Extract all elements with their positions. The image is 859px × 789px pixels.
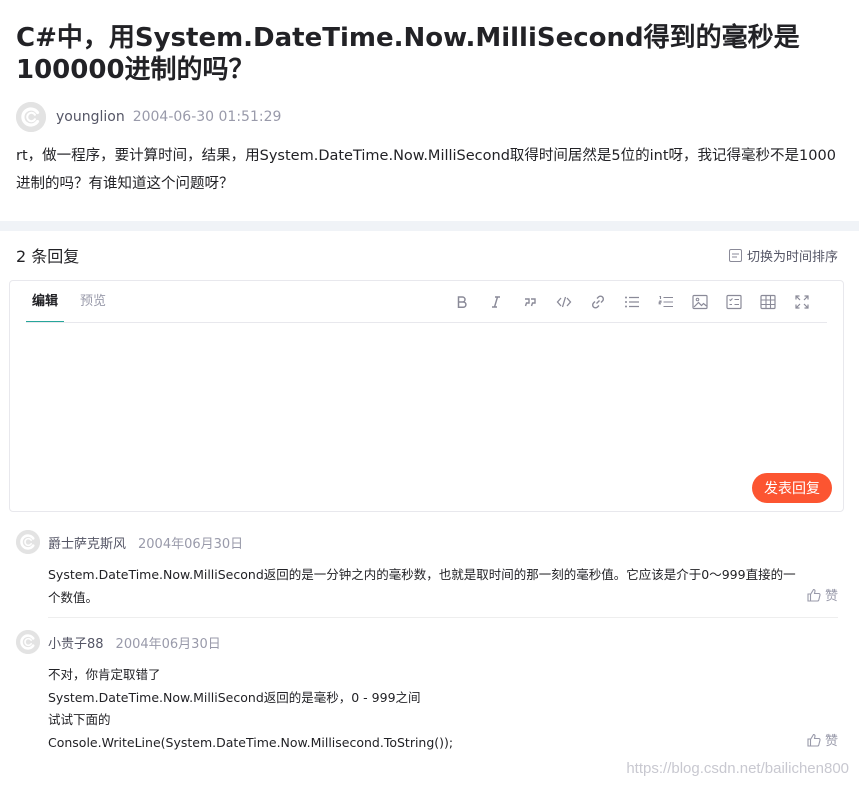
reply-header: 爵士萨克斯风 2004年06月30日 (16, 530, 838, 554)
editor-tabs: 编辑 预览 (26, 281, 122, 323)
like-button[interactable]: 赞 (807, 730, 838, 749)
tab-edit[interactable]: 编辑 (26, 281, 65, 323)
reply-author[interactable]: 爵士萨克斯风 (48, 533, 126, 552)
italic-icon[interactable] (479, 291, 513, 313)
avatar[interactable] (16, 102, 46, 132)
reply-editor: 编辑 预览 发表回复 (9, 280, 844, 512)
editor-divider (26, 322, 827, 323)
image-icon[interactable] (683, 291, 717, 313)
sort-toggle-button[interactable]: 切换为时间排序 (728, 246, 838, 265)
table-icon[interactable] (751, 291, 785, 313)
like-button[interactable]: 赞 (807, 585, 838, 604)
like-label: 赞 (824, 589, 838, 604)
bullet-list-icon[interactable] (615, 291, 649, 313)
reply-item: 小贵子88 2004年06月30日 不对，你肯定取错了 System.DateT… (16, 630, 838, 754)
question-title: C#中，用System.DateTime.Now.MilliSecond得到的毫… (16, 23, 800, 85)
reply-item: 爵士萨克斯风 2004年06月30日 System.DateTime.Now.M… (16, 530, 838, 609)
avatar[interactable] (16, 530, 40, 554)
reply-time: 2004年06月30日 (115, 636, 221, 652)
reply-time: 2004年06月30日 (138, 536, 244, 552)
bold-icon[interactable] (445, 291, 479, 313)
editor-toolbar (445, 291, 819, 313)
question-author-row: younglion 2004-06-30 01:51:29 (16, 101, 281, 133)
thumbs-up-icon (807, 733, 821, 747)
reply-textarea[interactable] (26, 329, 827, 459)
avatar[interactable] (16, 630, 40, 654)
checklist-icon[interactable] (717, 291, 751, 313)
reply-line: System.DateTime.Now.MilliSecond返回的是一分钟之内… (48, 567, 796, 605)
reply-body: System.DateTime.Now.MilliSecond返回的是一分钟之内… (48, 564, 808, 609)
question-section: C#中，用System.DateTime.Now.MilliSecond得到的毫… (0, 0, 859, 221)
reply-count: 2 条回复 (16, 247, 80, 266)
question-body: rt，做一程序，要计算时间，结果，用System.DateTime.Now.Mi… (16, 148, 836, 192)
quote-icon[interactable] (513, 291, 547, 313)
avatar-logo-icon (16, 102, 46, 132)
ordered-list-icon[interactable] (649, 291, 683, 313)
like-label: 赞 (824, 734, 838, 749)
reply-body: 不对，你肯定取错了 System.DateTime.Now.MilliSecon… (48, 664, 808, 754)
tab-preview[interactable]: 预览 (74, 281, 112, 323)
section-separator (0, 221, 859, 231)
reply-line: 不对，你肯定取错了 (48, 667, 161, 682)
fullscreen-icon[interactable] (785, 291, 819, 313)
link-icon[interactable] (581, 291, 615, 313)
sort-icon (728, 248, 742, 262)
watermark: https://blog.csdn.net/bailichen800 (626, 760, 849, 777)
avatar-logo-icon (16, 630, 40, 654)
reply-author[interactable]: 小贵子88 (48, 633, 104, 652)
reply-divider (48, 617, 838, 618)
reply-line: Console.WriteLine(System.DateTime.Now.Mi… (48, 734, 454, 750)
sort-toggle-label: 切换为时间排序 (746, 249, 838, 265)
thumbs-up-icon (807, 588, 821, 602)
code-icon[interactable] (547, 291, 581, 313)
submit-reply-button[interactable]: 发表回复 (752, 473, 832, 503)
reply-line: 试试下面的 (48, 712, 111, 727)
reply-header: 小贵子88 2004年06月30日 (16, 630, 838, 654)
question-author-name[interactable]: younglion (56, 109, 125, 125)
reply-line: System.DateTime.Now.MilliSecond返回的是毫秒，0 … (48, 689, 421, 705)
replies-header: 2 条回复 切换为时间排序 (16, 242, 838, 268)
avatar-logo-icon (16, 530, 40, 554)
question-time: 2004-06-30 01:51:29 (132, 109, 282, 125)
